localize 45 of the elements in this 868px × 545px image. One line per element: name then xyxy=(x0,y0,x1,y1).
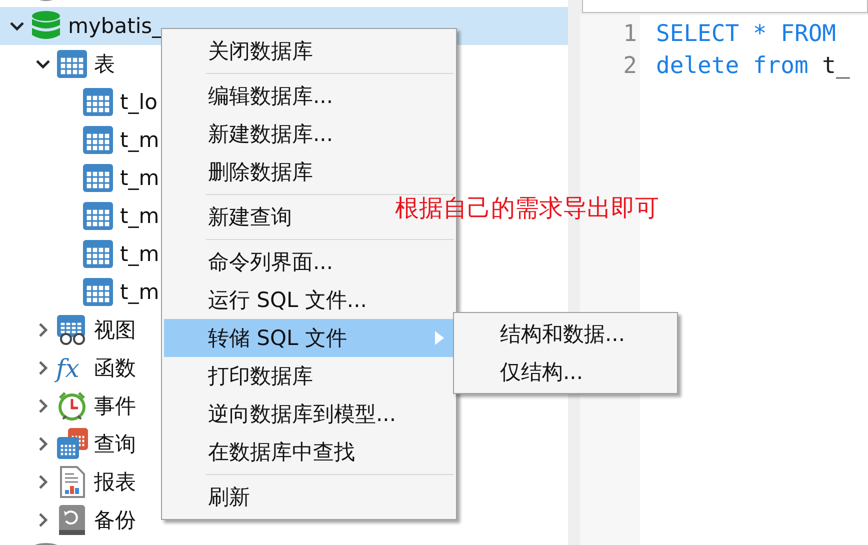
table-icon xyxy=(82,200,114,232)
tree-item[interactable]: t_m xyxy=(0,159,160,197)
tree-item[interactable]: t_m xyxy=(0,235,160,273)
table-glasses-icon xyxy=(56,314,88,346)
input-field[interactable] xyxy=(582,0,868,13)
menu-item[interactable]: 编辑数据库... xyxy=(164,77,334,115)
menu-item[interactable]: 新建查询 xyxy=(164,198,292,236)
tree-item[interactable]: t_m xyxy=(0,197,160,235)
tree-item[interactable]: t_m xyxy=(0,121,160,159)
tree-item[interactable]: 查询 xyxy=(0,425,136,463)
tree-item[interactable]: 视图 xyxy=(0,311,136,349)
tree-item[interactable]: 报表 xyxy=(0,463,136,501)
tree-item[interactable]: fx 函数 xyxy=(0,349,136,387)
table-icon xyxy=(82,124,114,156)
line-number: 2 xyxy=(622,52,638,81)
menu-item[interactable]: 打印数据库 xyxy=(164,357,313,395)
menu-item[interactable]: 命令列界面... xyxy=(164,243,334,281)
menu-item[interactable]: 刷新 xyxy=(164,478,250,516)
menu-item[interactable]: 逆向数据库到模型... xyxy=(164,395,396,433)
table-icon xyxy=(82,238,114,270)
menu-item[interactable]: 删除数据库 xyxy=(164,153,313,191)
table-icon xyxy=(56,48,88,80)
table-icon xyxy=(82,162,114,194)
tree-item[interactable]: 备份 xyxy=(0,501,136,539)
table-icon xyxy=(82,86,114,118)
menu-item[interactable]: 结构和数据... xyxy=(456,315,675,353)
annotation-text: 根据自己的需求导出即可 xyxy=(395,193,659,224)
tree-item[interactable]: 表 xyxy=(0,45,115,83)
code-token: t_ xyxy=(822,52,850,81)
line-number: 1 xyxy=(622,20,638,49)
code-token: delete from xyxy=(656,52,810,81)
backup-icon xyxy=(56,504,88,536)
tree-item[interactable]: t_m xyxy=(0,273,160,311)
table-icon xyxy=(82,276,114,308)
function-icon: fx xyxy=(56,356,88,380)
tree-item[interactable]: 事件 xyxy=(0,387,136,425)
menu-item[interactable]: 转储 SQL 文件 xyxy=(164,319,454,357)
tree-item[interactable]: t_lo xyxy=(0,83,158,121)
table-stack-icon xyxy=(56,428,88,460)
menu-item[interactable]: 新建数据库... xyxy=(164,115,334,153)
alarm-clock-icon xyxy=(56,390,88,422)
menu-item[interactable]: 运行 SQL 文件... xyxy=(164,281,367,319)
menu-item[interactable]: 在数据库中查找 xyxy=(164,433,355,471)
code-token: SELECT * FROM xyxy=(656,20,836,49)
menu-item[interactable]: 仅结构... xyxy=(456,353,675,391)
